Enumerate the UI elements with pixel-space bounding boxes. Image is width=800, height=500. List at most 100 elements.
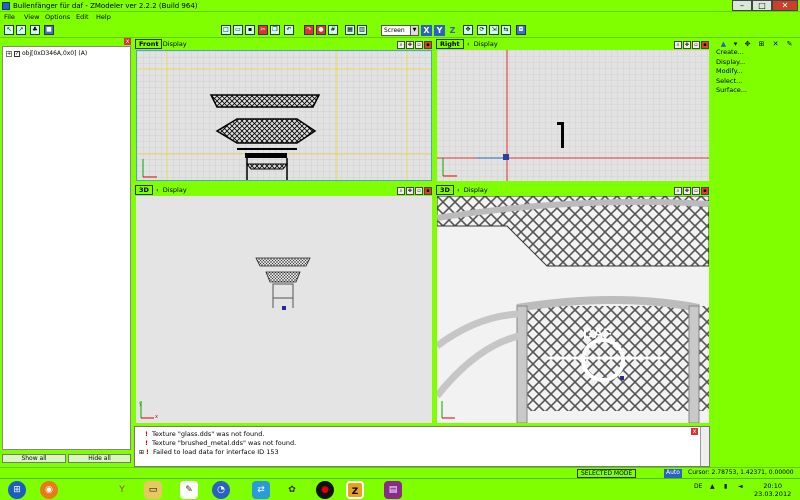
viewport-options-icon[interactable]: ▪	[701, 187, 709, 195]
display-menu[interactable]: ‹ Display	[156, 186, 187, 194]
viewport-canvas-3d-left[interactable]: y x	[136, 196, 432, 423]
taskbar: ⊞ ◉ Y ▭ ✎ ◔ ⇄ ✿ ● Z ▤ DE ▲ ▮ ◄ 20:10 23.…	[0, 478, 800, 500]
firefox-icon[interactable]: ◉	[40, 481, 58, 499]
command-modify[interactable]: Modify...	[716, 67, 747, 77]
command-display[interactable]: Display...	[716, 58, 747, 68]
zmodeler-taskbar-icon[interactable]: Z	[346, 481, 364, 499]
zoom-icon[interactable]: ⌕	[397, 41, 405, 49]
status-bar: SELECTED MODE Auto Cursor: 2.78753, 1.42…	[0, 467, 800, 478]
coordinate-space-select[interactable]: Screen ▼	[381, 25, 419, 36]
menu-file[interactable]: File	[4, 13, 15, 21]
viewport-canvas-front[interactable]	[136, 50, 432, 181]
split-icon[interactable]: ▥	[357, 25, 367, 35]
game-icon[interactable]: Y	[113, 481, 131, 499]
axis-z-toggle[interactable]: Z	[447, 25, 458, 36]
new-file-icon[interactable]: □	[221, 25, 231, 35]
menu-edit[interactable]: Edit	[76, 13, 89, 21]
minimize-button[interactable]: –	[732, 0, 752, 11]
viewport-tab-3d[interactable]: 3D	[436, 185, 454, 195]
pan-icon[interactable]: ✥	[406, 187, 414, 195]
snap-icon[interactable]: ◘	[516, 25, 526, 35]
tree-item[interactable]: + ✓ obj[0xD346A,0x0] (A)	[6, 50, 87, 57]
menu-help[interactable]: Help	[96, 13, 111, 21]
close-icon[interactable]: x	[124, 38, 131, 45]
winrar-icon[interactable]: ▤	[384, 481, 402, 499]
move-icon[interactable]: ✥	[463, 25, 473, 35]
visibility-checkbox[interactable]: ✓	[14, 50, 20, 57]
tools-icon[interactable]: ✕	[771, 40, 780, 49]
close-icon[interactable]: x	[691, 428, 698, 435]
viewport-front[interactable]: Front ‹ Display ⌕ ✥ ▫ ▪	[134, 38, 434, 183]
language-indicator[interactable]: DE	[694, 483, 702, 490]
maximize-button[interactable]: □	[752, 0, 772, 11]
viewport-canvas-3d-right[interactable]: DAF	[437, 196, 709, 423]
copy-icon[interactable]: ❐	[270, 25, 280, 35]
display-menu[interactable]: ‹ Display	[156, 40, 187, 48]
render-icon[interactable]: ●	[316, 25, 326, 35]
zoom-icon[interactable]: ⌕	[397, 187, 405, 195]
maximize-viewport-icon[interactable]: ▫	[415, 187, 423, 195]
expand-icon[interactable]: +	[6, 50, 12, 57]
command-select[interactable]: Select...	[716, 77, 747, 87]
console-scrollbar[interactable]	[700, 427, 709, 466]
zoom-icon[interactable]: ⌕	[674, 41, 682, 49]
menu-view[interactable]: View	[24, 13, 39, 21]
volume-icon[interactable]: ◄	[738, 483, 743, 490]
maximize-viewport-icon[interactable]: ▫	[692, 41, 700, 49]
system-clock[interactable]: 20:10 23.03.2012	[754, 482, 791, 498]
expand-icon[interactable]: ⊞	[139, 449, 144, 456]
viewport-tab-right[interactable]: Right	[436, 39, 464, 49]
tray-arrow-icon[interactable]: ▲	[710, 483, 715, 490]
pan-icon[interactable]: ✥	[683, 41, 691, 49]
show-all-button[interactable]: Show all	[2, 454, 66, 463]
viewport-options-icon[interactable]: ▪	[424, 41, 432, 49]
rotate-icon[interactable]: ⟳	[477, 25, 487, 35]
pan-icon[interactable]: ✥	[683, 187, 691, 195]
display-menu[interactable]: ‹ Display	[467, 40, 498, 48]
axis-x-toggle[interactable]: X	[421, 25, 432, 36]
scale-icon[interactable]: ⇲	[489, 25, 499, 35]
axis-y-toggle[interactable]: Y	[434, 25, 445, 36]
undo-icon[interactable]: ↶	[284, 25, 294, 35]
command-create[interactable]: Create...	[716, 48, 747, 58]
media-icon[interactable]: ◔	[212, 481, 230, 499]
selection-mode-indicator[interactable]: SELECTED MODE	[577, 469, 637, 478]
maximize-viewport-icon[interactable]: ▫	[692, 187, 700, 195]
auto-toggle[interactable]: Auto	[664, 469, 682, 478]
hide-all-button[interactable]: Hide all	[68, 454, 131, 463]
select-mode-icon[interactable]: ↗	[16, 25, 26, 35]
open-file-icon[interactable]: ▭	[233, 25, 243, 35]
layout-icon[interactable]: ▦	[345, 25, 355, 35]
record-icon[interactable]: ●	[316, 481, 334, 499]
pan-icon[interactable]: ✥	[406, 41, 414, 49]
viewport-options-icon[interactable]: ▪	[424, 187, 432, 195]
viewport-options-icon[interactable]: ▪	[701, 41, 709, 49]
network-icon[interactable]: ▮	[724, 483, 727, 490]
mirror-icon[interactable]: ⇆	[501, 25, 511, 35]
start-icon[interactable]: ⊞	[8, 481, 26, 499]
maximize-viewport-icon[interactable]: ▫	[415, 41, 423, 49]
teamviewer-icon[interactable]: ⇄	[252, 481, 270, 499]
save-icon[interactable]: ▪	[245, 25, 255, 35]
cut-icon[interactable]: ✂	[258, 25, 268, 35]
zoom-icon[interactable]: ⌕	[674, 187, 682, 195]
notepad-icon[interactable]: ✎	[180, 481, 198, 499]
viewport-3d-left[interactable]: 3D ‹ Display ⌕ ✥ ▫ ▪ y x	[134, 184, 434, 425]
viewport-3d-right[interactable]: 3D ‹ Display ⌕ ✥ ▫ ▪ DAF	[435, 184, 711, 425]
uv-icon[interactable]: ⊞	[757, 40, 766, 49]
viewport-canvas-right[interactable]	[437, 50, 709, 181]
viewport-tab-3d[interactable]: 3D	[135, 185, 153, 195]
menu-options[interactable]: Options	[45, 13, 70, 21]
app-icon[interactable]: ✿	[283, 481, 301, 499]
grid-icon[interactable]: #	[328, 25, 338, 35]
hierarchy-icon[interactable]: ♣	[30, 25, 40, 35]
edit-icon[interactable]: ✎	[785, 40, 794, 49]
viewport-right[interactable]: Right ‹ Display ⌕ ✥ ▫ ▪	[435, 38, 711, 183]
command-surface[interactable]: Surface...	[716, 86, 747, 96]
redo-icon[interactable]: ↷	[304, 25, 314, 35]
close-button[interactable]: ✕	[772, 0, 798, 11]
explorer-icon[interactable]: ▭	[144, 481, 162, 499]
display-mode-icon[interactable]: ■	[44, 25, 54, 35]
display-menu[interactable]: ‹ Display	[457, 186, 488, 194]
select-tool-icon[interactable]: ↖	[4, 25, 14, 35]
